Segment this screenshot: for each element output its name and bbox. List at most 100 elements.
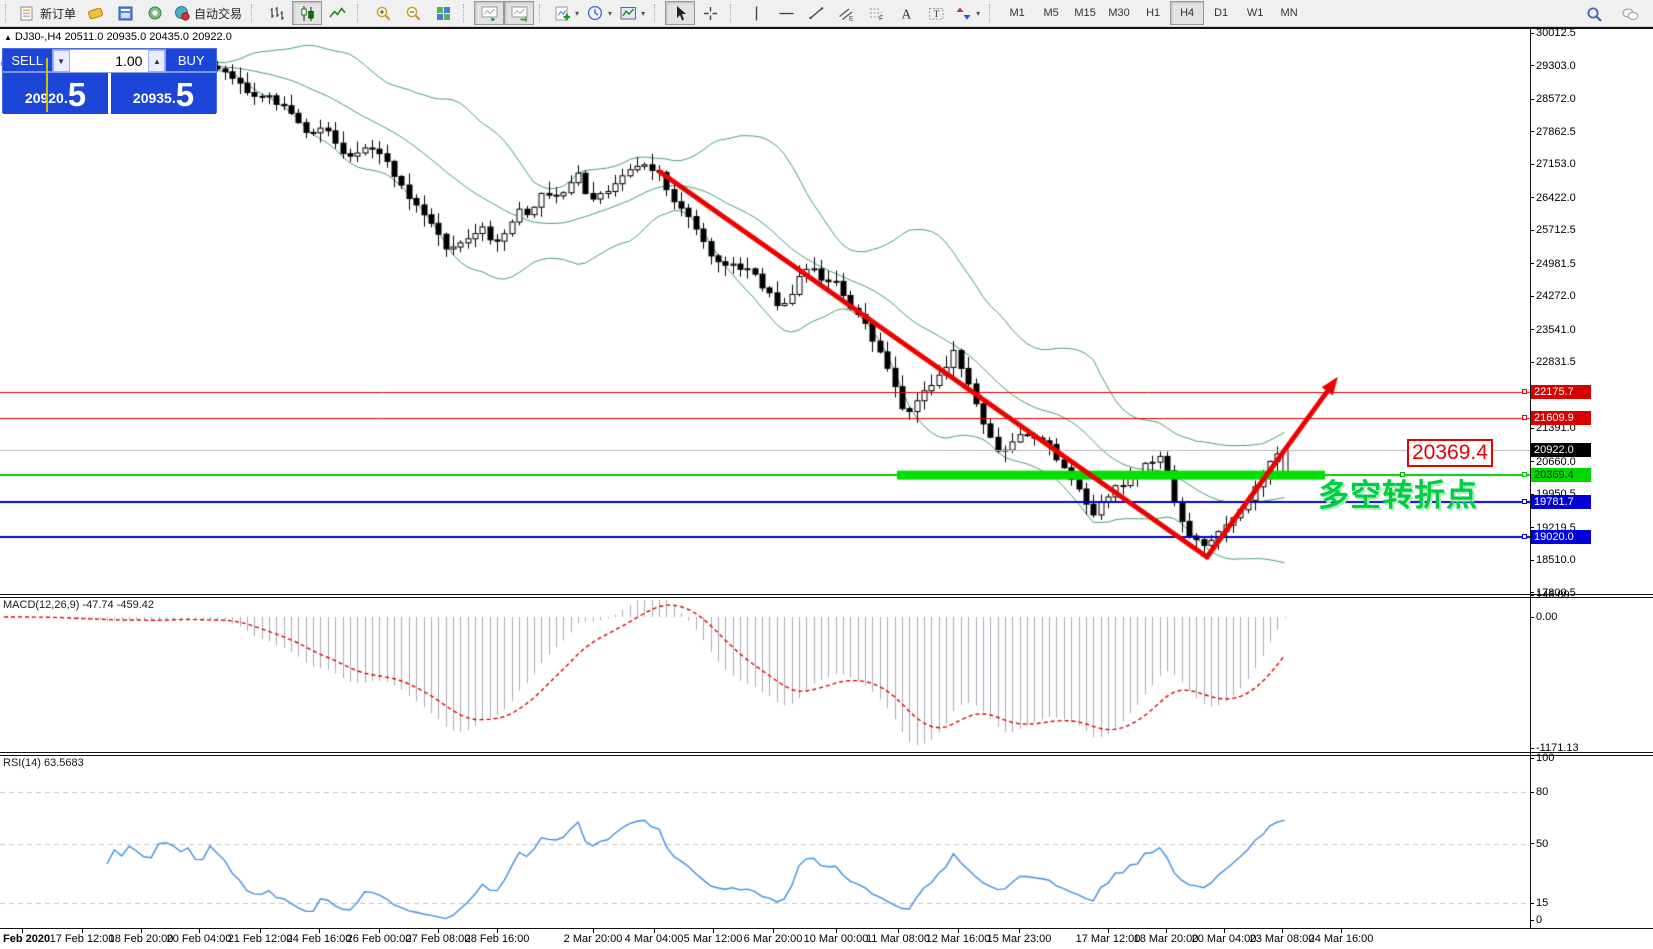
zoom-in-button[interactable] [368,1,398,25]
price-tag-19781.7: 19781.7 [1531,495,1591,509]
price-tick-label: 25712.5 [1530,224,1576,236]
line-chart-button[interactable] [322,1,352,25]
auto-trading-button[interactable]: 自动交易 [170,1,246,25]
chart-shift-icon [511,5,528,22]
timeframe-m1-button[interactable]: M1 [1000,1,1034,25]
timeframe-w1-button[interactable]: W1 [1238,1,1272,25]
cursor-tool-button[interactable] [665,1,695,25]
mt4-window: 新订单自动交易▾▾▾EFAT▾M1M5M15M30H1H4D1W1MN ▲DJ3… [0,0,1653,949]
time-label: 15 Mar 23:00 [987,933,1052,945]
auto-trading-icon [174,5,191,22]
line-handle[interactable] [1522,534,1527,539]
crosshair-tool-button[interactable] [695,1,725,25]
time-label: 27 Feb 08:00 [406,933,471,945]
fibonacci-tool-button[interactable]: F [861,1,891,25]
rsi-axis-label: 15 [1530,897,1548,909]
chevron-down-icon[interactable]: ▾ [976,9,980,18]
auto-trading-button-label: 自动交易 [194,5,242,22]
new-order-button[interactable]: 新订单 [16,1,80,25]
macd-pane-canvas[interactable] [0,597,1530,752]
svg-text:T: T [933,10,939,20]
volume-down-button[interactable]: ▼ [53,50,70,72]
templates-button[interactable]: ▾ [616,1,649,25]
navigator-button[interactable] [110,1,140,25]
time-label: 18 Feb 20:00 [109,933,174,945]
line-handle[interactable] [1522,472,1527,477]
toolbar-drag-handle[interactable] [357,4,364,22]
candlestick-chart-button[interactable] [292,1,322,25]
new-chart-icon [554,5,571,22]
cursor-icon [672,5,689,22]
channel-tool-button[interactable]: E [831,1,861,25]
timeframe-m30-button[interactable]: M30 [1102,1,1136,25]
timeframe-h4-button[interactable]: H4 [1170,1,1204,25]
vertical-line-tool-button[interactable] [741,1,771,25]
buy-button[interactable]: BUY [166,49,216,73]
chevron-down-icon[interactable]: ▾ [641,9,645,18]
community-button[interactable] [1615,2,1645,26]
volume-input[interactable] [70,50,149,72]
auto-scroll-icon [481,5,498,22]
trendline-tool-button[interactable] [801,1,831,25]
sell-button[interactable]: SELL [3,49,52,73]
time-tick [593,929,594,933]
time-label: 10 Mar 00:00 [804,933,869,945]
timeframe-m5-button[interactable]: M5 [1034,1,1068,25]
time-label: 4 Feb 2020 [0,933,50,945]
toolbar-drag-handle[interactable] [654,4,661,22]
auto-scroll-button[interactable] [474,1,504,25]
periods-button[interactable]: ▾ [583,1,616,25]
toolbar-drag-handle[interactable] [539,4,546,22]
volume-up-button[interactable]: ▲ [148,50,165,72]
toolbar-drag-handle[interactable] [463,4,470,22]
new-chart-button[interactable]: ▾ [550,1,583,25]
text-tool-button[interactable]: A [891,1,921,25]
bar-chart-icon [269,5,286,22]
main-chart-canvas[interactable] [0,43,1530,594]
rsi-pane-canvas[interactable] [0,755,1530,928]
time-tick [958,929,959,933]
volume-stepper: ▼ ▲ [52,49,167,73]
toolbar-drag-handle[interactable] [5,4,12,22]
price-tag-21609.9: 21609.9 [1531,411,1591,425]
time-tick [1019,929,1020,933]
line-handle[interactable] [1522,499,1527,504]
toolbar-drag-handle[interactable] [989,4,996,22]
time-tick [836,929,837,933]
bar-chart-button[interactable] [262,1,292,25]
timeframe-d1-button[interactable]: D1 [1204,1,1238,25]
tile-windows-button[interactable] [428,1,458,25]
toolbar-drag-handle[interactable] [730,4,737,22]
timeframe-h1-button[interactable]: H1 [1136,1,1170,25]
pane-separator[interactable] [0,752,1653,753]
rsi-axis-label: 100 [1530,752,1554,764]
horizontal-line-tool-button[interactable] [771,1,801,25]
time-tick [1224,929,1225,933]
chevron-down-icon[interactable]: ▾ [575,9,579,18]
timeframe-mn-button[interactable]: MN [1272,1,1306,25]
price-level-box[interactable]: 20369.4 [1407,439,1493,467]
line-handle[interactable] [1522,389,1527,394]
top-toolbar: 新订单 自动交易 ▾ ▾ ▾ EFA T ▾ M1M5M15M30H1H4D1W1MN [0,0,1653,27]
search-button[interactable] [1579,2,1609,26]
alerts-button[interactable] [140,1,170,25]
time-label: 20 Feb 04:00 [167,933,232,945]
timeframe-m15-button[interactable]: M15 [1068,1,1102,25]
toolbar-drag-handle[interactable] [251,4,258,22]
line-handle[interactable] [1522,415,1527,420]
zoom-out-button[interactable] [398,1,428,25]
chevron-down-icon[interactable]: ▾ [608,9,612,18]
time-label: 17 Mar 12:00 [1076,933,1141,945]
window-top-border [0,27,1653,29]
market-watch-button[interactable] [80,1,110,25]
market-watch-icon [87,5,104,22]
text-label-tool-button[interactable]: T [921,1,951,25]
pane-separator[interactable] [0,594,1653,595]
one-click-collapse-icon[interactable]: ▲ [4,33,12,42]
rsi-axis-label: 50 [1530,838,1548,850]
pane-separator[interactable] [0,755,1653,756]
arrows-tool-button[interactable]: ▾ [951,1,984,25]
chart-shift-button[interactable] [504,1,534,25]
pane-separator[interactable] [0,597,1653,598]
time-label: 26 Feb 00:00 [347,933,412,945]
